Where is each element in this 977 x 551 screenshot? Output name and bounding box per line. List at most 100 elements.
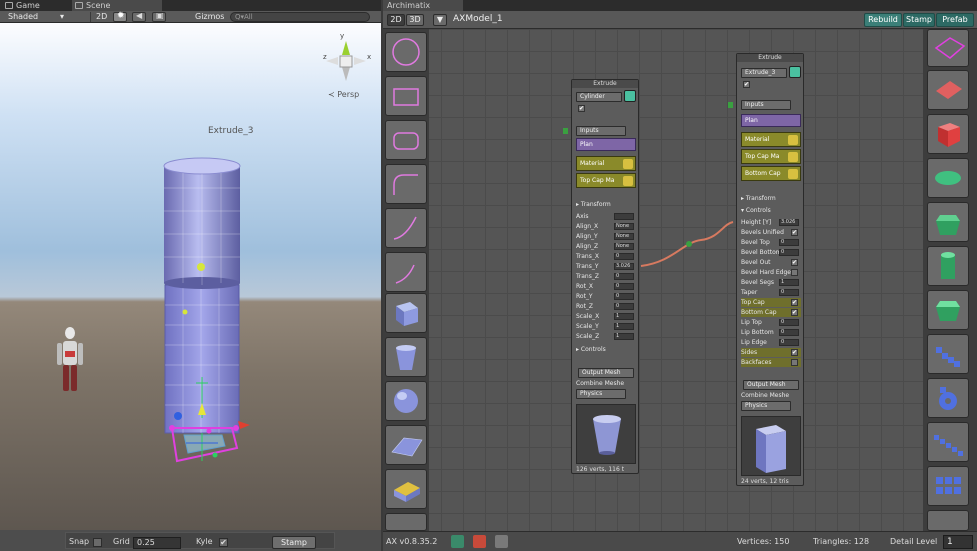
tab-archimatix[interactable]: Archimatix: [383, 0, 463, 11]
stamp-button[interactable]: Stamp: [272, 536, 316, 549]
kyle-checkbox[interactable]: ✔: [219, 538, 228, 547]
param-value-field[interactable]: 1: [779, 279, 799, 286]
palette-spiral[interactable]: [927, 378, 969, 418]
palette-rectangle[interactable]: [385, 76, 427, 116]
param-value-field[interactable]: None: [614, 233, 634, 240]
output-mesh-button[interactable]: Output Mesh: [743, 380, 799, 390]
palette-stairs[interactable]: [927, 334, 969, 374]
palette-cup[interactable]: [385, 337, 427, 377]
palette-stairs-b[interactable]: [927, 422, 969, 462]
node-gem-icon[interactable]: [624, 90, 636, 102]
plan-input[interactable]: Plan: [576, 138, 636, 151]
node-gem-icon[interactable]: [789, 66, 801, 78]
palette-grid-array[interactable]: [927, 466, 969, 506]
palette-hex-column[interactable]: [927, 290, 969, 330]
palette-sphere[interactable]: [385, 381, 427, 421]
palette-more[interactable]: [385, 513, 427, 531]
controls-foldout[interactable]: ▾ Controls: [741, 206, 771, 215]
gizmos-dropdown[interactable]: Gizmos: [195, 11, 224, 23]
node-title[interactable]: Extrude: [737, 54, 803, 62]
param-checkbox[interactable]: ✔: [791, 309, 798, 316]
scene-search-input[interactable]: Q▾All: [230, 12, 370, 22]
controls-foldout[interactable]: ▸ Controls: [576, 345, 606, 354]
node-enabled-checkbox[interactable]: ✔: [743, 81, 750, 88]
combine-meshes-row[interactable]: Combine Meshe: [576, 379, 624, 388]
palette-cube[interactable]: [385, 293, 427, 333]
param-value-field[interactable]: 0: [779, 249, 799, 256]
prefab-button[interactable]: Prefab: [936, 13, 974, 27]
palette-grid-plane[interactable]: [385, 425, 427, 465]
param-value-field[interactable]: 0: [779, 289, 799, 296]
param-value-field[interactable]: 0: [614, 273, 634, 280]
param-value-field[interactable]: 1: [614, 323, 634, 330]
node-extrude-cylinder[interactable]: Extrude Cylinder ✔ Inputs Plan Material …: [571, 79, 639, 474]
palette-red-cube[interactable]: [927, 114, 969, 154]
param-value-field[interactable]: 0: [614, 293, 634, 300]
param-value-field[interactable]: 0: [614, 253, 634, 260]
param-checkbox[interactable]: ✔: [791, 299, 798, 306]
lighting-toggle[interactable]: ✹: [113, 11, 127, 22]
effects-toggle[interactable]: ▣: [152, 11, 166, 22]
param-checkbox[interactable]: [791, 359, 798, 366]
model-menu-button[interactable]: ▼: [433, 14, 447, 26]
tab-game[interactable]: Game: [2, 0, 44, 11]
node-name-field[interactable]: Extrude_3: [741, 68, 787, 78]
param-value-field[interactable]: 0: [779, 339, 799, 346]
output-mesh-button[interactable]: Output Mesh: [578, 368, 634, 378]
material-input[interactable]: Material: [741, 132, 801, 147]
toggle-2d-button[interactable]: 2D: [96, 11, 107, 23]
param-checkbox[interactable]: ✔: [791, 349, 798, 356]
node-graph-canvas[interactable]: [419, 29, 941, 531]
param-value-field[interactable]: 1: [614, 333, 634, 340]
transform-foldout[interactable]: ▸ Transform: [576, 200, 611, 209]
view-3d-button[interactable]: 3D: [406, 14, 424, 26]
audio-toggle[interactable]: ◀︎: [132, 11, 146, 22]
bottom-cap-material-input[interactable]: Bottom Cap: [741, 166, 801, 181]
grid-input[interactable]: 0.25: [133, 537, 181, 549]
mid-handle[interactable]: [182, 309, 188, 315]
orientation-gizmo[interactable]: y x z: [323, 32, 371, 81]
param-value-field[interactable]: 3.026: [614, 263, 634, 270]
layout-icon[interactable]: [495, 535, 508, 548]
param-value-field[interactable]: 0: [614, 283, 634, 290]
transform-foldout[interactable]: ▸ Transform: [741, 194, 776, 203]
palette-arc[interactable]: [385, 208, 427, 248]
scene-viewport[interactable]: y x z ≺ Persp Extrude_3: [0, 23, 381, 530]
param-value-field[interactable]: None: [614, 243, 634, 250]
stamp-button[interactable]: Stamp: [903, 13, 935, 27]
plan-input[interactable]: Plan: [741, 114, 801, 127]
node-extrude-3[interactable]: Extrude Extrude_3 ✔ Inputs Plan Material…: [736, 53, 804, 486]
param-value-field[interactable]: 0: [779, 329, 799, 336]
palette-bevel-box[interactable]: [385, 469, 427, 509]
kyle-character[interactable]: [57, 327, 83, 391]
rebuild-button[interactable]: Rebuild: [864, 13, 902, 27]
param-value-field[interactable]: 0: [779, 239, 799, 246]
material-input[interactable]: Material: [576, 156, 636, 171]
detail-level-input[interactable]: 1: [943, 535, 973, 549]
shading-mode-dropdown[interactable]: Shaded: [8, 11, 38, 23]
node-title[interactable]: Extrude: [572, 80, 638, 88]
inputs-foldout[interactable]: Inputs: [741, 100, 791, 110]
top-cap-material-input[interactable]: Top Cap Ma: [741, 149, 801, 164]
height-handle[interactable]: [197, 263, 205, 271]
node-name-field[interactable]: Cylinder: [576, 92, 622, 102]
param-checkbox[interactable]: ✔: [791, 229, 798, 236]
combine-meshes-row[interactable]: Combine Meshe: [741, 391, 789, 400]
param-value-field[interactable]: 0: [614, 303, 634, 310]
graph-icon[interactable]: [451, 535, 464, 548]
physics-foldout[interactable]: Physics: [741, 401, 791, 411]
palette-cube-b[interactable]: [927, 510, 969, 531]
palette-fillet[interactable]: [385, 164, 427, 204]
palette-rounded-rect[interactable]: [385, 120, 427, 160]
view-2d-button[interactable]: 2D: [387, 14, 405, 26]
param-value-field[interactable]: 0: [779, 319, 799, 326]
top-cap-material-input[interactable]: Top Cap Ma: [576, 173, 636, 188]
tab-scene[interactable]: Scene: [72, 0, 162, 11]
param-value-field[interactable]: 1: [614, 313, 634, 320]
palette-cylinder[interactable]: [927, 246, 969, 286]
param-value-field[interactable]: [614, 213, 634, 220]
palette-bounding-box[interactable]: [927, 29, 969, 67]
library-icon[interactable]: [473, 535, 486, 548]
palette-hex-prism[interactable]: [927, 202, 969, 242]
physics-foldout[interactable]: Physics: [576, 389, 626, 399]
